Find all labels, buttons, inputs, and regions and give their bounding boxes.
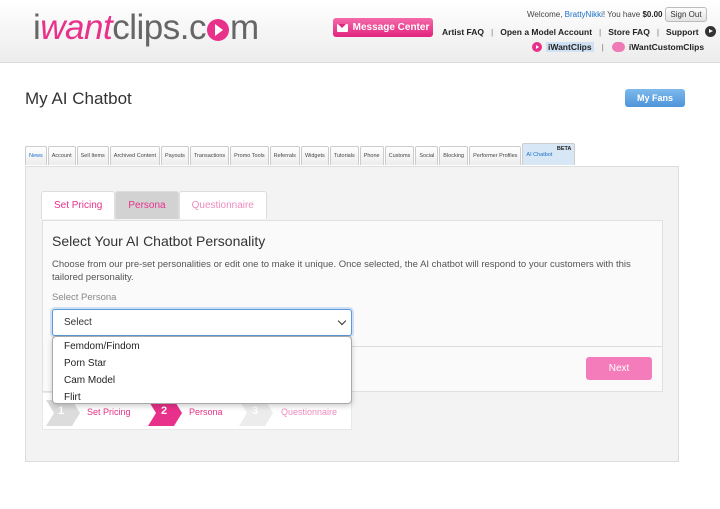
section-description: Choose from our pre-set personalities or… — [52, 259, 631, 283]
nav-artist-faq[interactable]: Artist FAQ — [442, 27, 484, 37]
sign-out-button[interactable]: Sign Out — [665, 7, 707, 22]
tab-news[interactable]: News — [25, 146, 47, 165]
persona-dropdown-list: Femdom/Findom Porn Star Cam Model Flirt — [52, 336, 352, 404]
persona-select-value: Select — [64, 317, 92, 328]
site-link-iwantcustomclips[interactable]: iWantCustomClips — [629, 42, 704, 52]
iwantclips-icon — [532, 42, 542, 52]
tab-account[interactable]: Account — [47, 146, 76, 165]
welcome-text: Welcome, BrattyNikki! You have $0.00 — [527, 10, 663, 19]
message-center-label: Message Center — [352, 22, 430, 33]
sign-out-label: Sign Out — [670, 10, 702, 19]
logo-text-want: want — [40, 8, 113, 47]
logo-play-icon — [206, 19, 229, 41]
site-link-iwantclips[interactable]: iWantClips — [546, 42, 594, 52]
subtab-set-pricing[interactable]: Set Pricing — [41, 191, 116, 219]
option-flirt[interactable]: Flirt — [53, 389, 351, 406]
tab-social[interactable]: Social — [415, 146, 439, 165]
tab-blocking[interactable]: Blocking — [439, 146, 469, 165]
option-porn-star[interactable]: Porn Star — [53, 355, 351, 372]
step-1-label[interactable]: Set Pricing — [87, 407, 131, 417]
subtab-persona[interactable]: Persona — [115, 191, 179, 219]
tab-phone[interactable]: Phone — [359, 146, 384, 165]
subtab-questionnaire[interactable]: Questionnaire — [178, 191, 267, 219]
step-3-number: 3 — [252, 405, 259, 417]
tab-performer-profiles[interactable]: Performer Profiles — [469, 146, 522, 165]
step-1-number: 1 — [58, 405, 65, 417]
step-2-label[interactable]: Persona — [189, 407, 223, 417]
balance-value: $0.00 — [642, 10, 663, 19]
logo-text-clips: clips.c — [112, 8, 206, 47]
step-3-label[interactable]: Questionnaire — [281, 407, 337, 417]
welcome-mid: ! You have — [602, 10, 643, 19]
option-cam-model[interactable]: Cam Model — [53, 372, 351, 389]
tab-payouts[interactable]: Payouts — [161, 146, 189, 165]
section-title: Select Your AI Chatbot Personality — [52, 233, 266, 249]
nav-support[interactable]: Support — [666, 27, 699, 37]
message-center-button[interactable]: Message Center — [333, 18, 433, 37]
site-logo[interactable]: iwantclips.c m — [33, 8, 259, 48]
tab-referrals[interactable]: Referrals — [269, 146, 300, 165]
site-switcher: iWantClips | iWantCustomClips — [532, 42, 704, 52]
support-play-icon[interactable] — [704, 26, 716, 37]
logo-text-m: m — [229, 8, 259, 47]
section-tabs: News Account Sell Items Archived Content… — [25, 143, 576, 165]
welcome-prefix: Welcome, — [527, 10, 565, 19]
nav-open-model-account[interactable]: Open a Model Account — [500, 27, 592, 37]
username-link[interactable]: BrattyNikki — [565, 10, 603, 19]
tab-sell-items[interactable]: Sell Items — [76, 146, 109, 165]
subtabs: Set Pricing Persona Questionnaire — [41, 191, 267, 219]
tab-tutorials[interactable]: Tutorials — [329, 146, 359, 165]
iwantcustomclips-icon — [611, 42, 625, 52]
my-fans-button[interactable]: My Fans — [625, 89, 685, 107]
tab-widgets[interactable]: Widgets — [300, 146, 329, 165]
tab-transactions[interactable]: Transactions — [189, 146, 230, 165]
persona-select[interactable]: Select — [52, 309, 352, 336]
envelope-icon — [336, 23, 348, 32]
next-button[interactable]: Next — [586, 357, 652, 380]
step-2-number: 2 — [161, 405, 168, 417]
tab-customs[interactable]: Customs — [384, 146, 415, 165]
tab-ai-chatbot-label: AI Chatbot — [526, 151, 553, 158]
beta-badge: BETA — [556, 146, 572, 152]
divider — [352, 346, 663, 347]
tab-promo-tools[interactable]: Promo Tools — [230, 146, 269, 165]
select-persona-label: Select Persona — [52, 292, 117, 303]
tab-archived-content[interactable]: Archived Content — [109, 146, 160, 165]
top-nav: Artist FAQ | Open a Model Account | Stor… — [442, 26, 716, 37]
my-fans-label: My Fans — [636, 93, 673, 103]
page-title: My AI Chatbot — [25, 89, 132, 108]
next-label: Next — [608, 363, 630, 374]
nav-store-faq[interactable]: Store FAQ — [608, 27, 650, 37]
site-header: iwantclips.c m Message Center Welcome, Br… — [0, 0, 720, 63]
option-femdom-findom[interactable]: Femdom/Findom — [53, 338, 351, 355]
tab-ai-chatbot[interactable]: AI Chatbot BETA — [522, 143, 576, 165]
chevron-down-icon — [337, 316, 347, 326]
